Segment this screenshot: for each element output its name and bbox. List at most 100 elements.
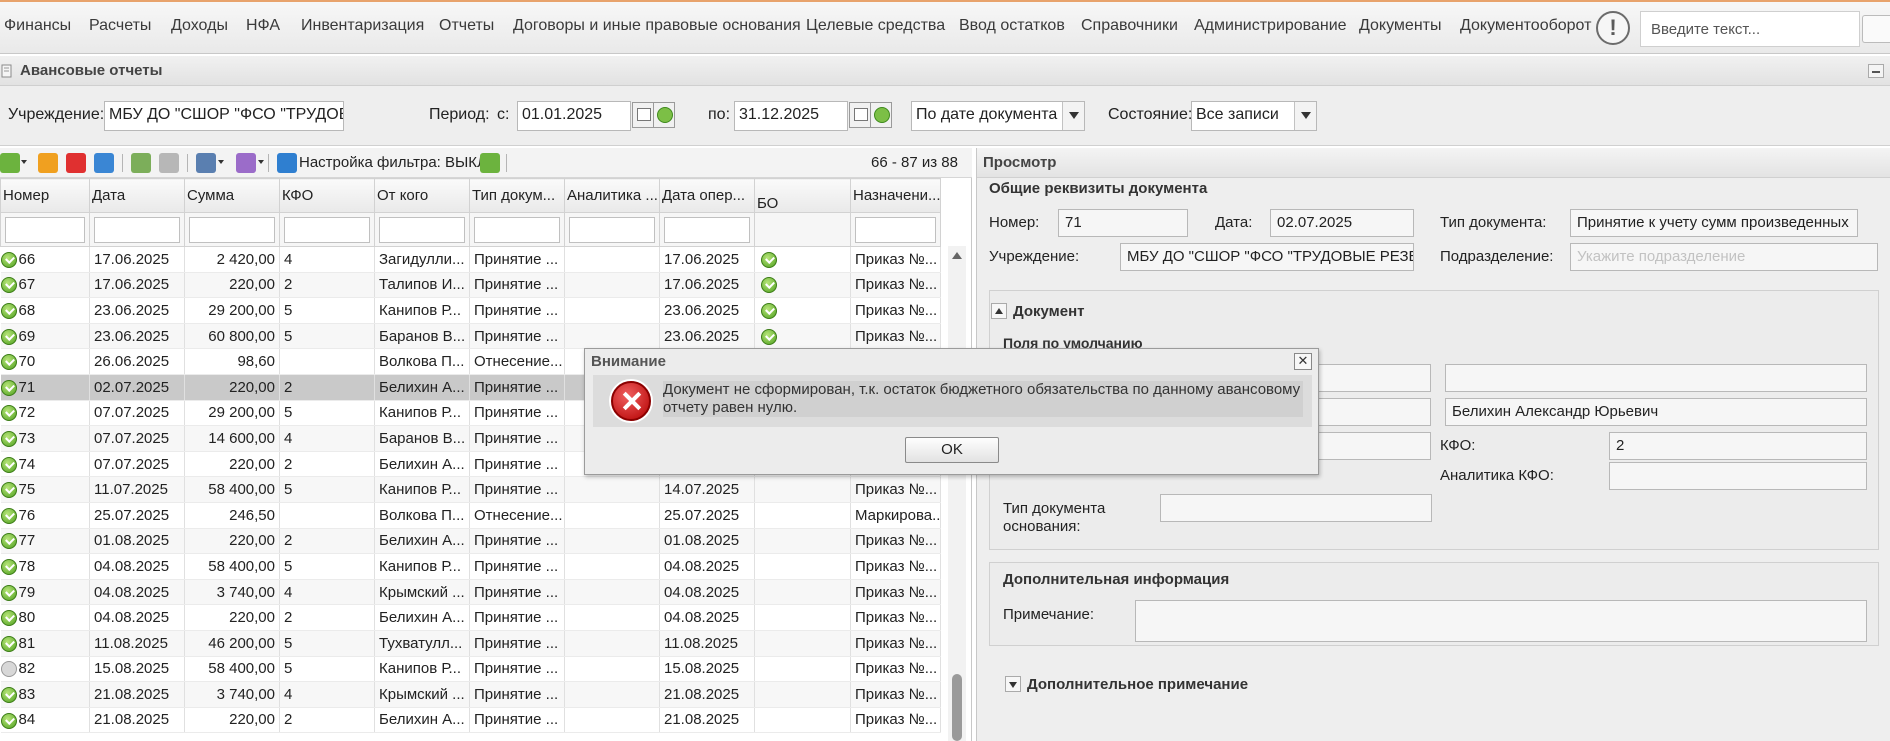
menu-item-target-funds[interactable]: Целевые средства [806, 17, 945, 35]
cell-sum: 220,00 [184, 451, 280, 478]
minimize-button[interactable] [1868, 64, 1884, 78]
column-filter-input[interactable] [664, 216, 750, 243]
print-icon[interactable] [196, 153, 216, 173]
table-row[interactable]: 66 17.06.2025 2 420,00 4 Загидулли... Приняти… [0, 246, 941, 273]
table-row[interactable]: 77 01.08.2025 220,00 2 Белихин А... Принятие … [0, 528, 941, 555]
copy-icon[interactable] [94, 153, 114, 173]
table-row[interactable]: 79 04.08.2025 3 740,00 4 Крымский ... Приняти… [0, 579, 941, 606]
post-icon[interactable] [131, 153, 151, 173]
table-row[interactable]: 68 23.06.2025 29 200,00 5 Канипов Р... Принят… [0, 297, 941, 324]
search-button[interactable] [1862, 15, 1890, 43]
cell-date: 11.08.2025 [89, 630, 185, 657]
search-input[interactable] [1640, 11, 1860, 47]
filter-setting-button[interactable]: Настройка фильтра: ВЫКЛ [299, 154, 487, 171]
column-filter-input[interactable] [379, 216, 465, 243]
refresh-date-icon[interactable] [870, 102, 892, 128]
table-row[interactable]: 78 04.08.2025 58 400,00 5 Канипов Р... Принят… [0, 553, 941, 580]
doctype-field[interactable]: Принятие к учету сумм произведенных [1570, 209, 1858, 237]
menu-item-balances[interactable]: Ввод остатков [959, 17, 1065, 35]
column-header[interactable]: Дата [89, 178, 185, 213]
table-row[interactable]: 76 25.07.2025 246,50 Волкова П... Отнесение.… [0, 502, 941, 529]
column-header[interactable]: Назначени... [850, 178, 941, 213]
notification-icon[interactable]: ! [1596, 11, 1630, 45]
menu-item-nfa[interactable]: НФА [246, 17, 280, 35]
column-header[interactable]: БО [754, 178, 851, 213]
table-row[interactable]: 80 04.08.2025 220,00 2 Белихин А... Принятие … [0, 604, 941, 631]
calendar-icon[interactable] [632, 102, 654, 128]
cell-from: Загидулли... [374, 246, 470, 273]
table-row[interactable]: 81 11.08.2025 46 200,00 5 Тухватулл... Принят… [0, 630, 941, 657]
menu-item-references[interactable]: Справочники [1081, 17, 1178, 35]
column-filter-input[interactable] [474, 216, 560, 243]
column-header[interactable]: КФО [279, 178, 375, 213]
menu-item-inventory[interactable]: Инвентаризация [301, 17, 424, 35]
unpost-icon[interactable] [159, 153, 179, 173]
add-icon[interactable] [0, 153, 20, 173]
menu-item-administration[interactable]: Администрирование [1194, 17, 1347, 35]
vertical-scrollbar[interactable] [948, 246, 966, 741]
menu-item-income[interactable]: Доходы [171, 17, 228, 35]
menu-item-contracts[interactable]: Договоры и иные правовые основания [513, 17, 801, 35]
period-from-field[interactable]: 01.01.2025 [517, 101, 631, 131]
column-header[interactable]: Дата опер... [659, 178, 755, 213]
column-header[interactable]: Аналитика ... [564, 178, 660, 213]
column-filter-input[interactable] [5, 216, 85, 243]
filter-icon[interactable] [277, 153, 297, 173]
date-mode-select[interactable]: По дате документа [911, 101, 1085, 131]
number-field[interactable]: 71 [1058, 209, 1188, 237]
refresh-icon[interactable] [480, 153, 500, 173]
menu-item-reports[interactable]: Отчеты [439, 17, 494, 35]
table-row[interactable]: 69 23.06.2025 60 800,00 5 Баранов В... Принят… [0, 323, 941, 350]
menu-item-settlements[interactable]: Расчеты [89, 17, 151, 35]
kfo-field[interactable]: 2 [1609, 432, 1867, 460]
actions-icon[interactable] [236, 153, 256, 173]
institution-field[interactable]: МБУ ДО "СШОР "ФСО "ТРУДОВЫЕ РЕЗЕРВ [1120, 243, 1414, 271]
kfo-analytics-field[interactable] [1609, 462, 1867, 490]
default-field-2[interactable] [1445, 364, 1867, 392]
column-header[interactable]: Тип докум... [469, 178, 565, 213]
institution-field[interactable]: МБУ ДО "СШОР "ФСО "ТРУДОВЫЕ [104, 101, 344, 131]
column-filter-input[interactable] [189, 216, 275, 243]
column-filter-input[interactable] [569, 216, 655, 243]
collapse-icon[interactable] [991, 303, 1007, 319]
table-row[interactable]: 82 15.08.2025 58 400,00 5 Канипов Р... Принят… [0, 656, 941, 683]
column-filter-input[interactable] [284, 216, 370, 243]
chevron-down-icon[interactable] [1294, 102, 1316, 130]
edit-icon[interactable] [38, 153, 58, 173]
chevron-down-icon[interactable] [1062, 102, 1084, 130]
cell-kfo: 2 [279, 707, 375, 734]
accountable-person-field[interactable]: Белихин Александр Юрьевич [1445, 398, 1867, 426]
chevron-down-icon[interactable] [21, 160, 27, 164]
chevron-down-icon[interactable] [258, 160, 264, 164]
base-doctype-field[interactable] [1160, 494, 1432, 522]
close-icon[interactable]: ✕ [1294, 353, 1312, 370]
column-filter-input[interactable] [94, 216, 180, 243]
table-row[interactable]: 83 21.08.2025 3 740,00 4 Крымский ... Приняти… [0, 681, 941, 708]
column-header[interactable]: Номер [0, 178, 90, 213]
menu-item-documents[interactable]: Документы [1359, 17, 1441, 35]
column-header[interactable]: Сумма [184, 178, 280, 213]
menu-item-docflow[interactable]: Документооборот [1460, 17, 1591, 35]
note-field[interactable] [1135, 600, 1867, 642]
cell-op-date: 25.07.2025 [659, 502, 755, 529]
ok-button[interactable]: OK [905, 437, 999, 463]
date-field[interactable]: 02.07.2025 [1270, 209, 1414, 237]
table-row[interactable]: 75 11.07.2025 58 400,00 5 Канипов Р... Принят… [0, 476, 941, 503]
chevron-down-icon[interactable] [218, 160, 224, 164]
calendar-icon[interactable] [849, 102, 871, 128]
expand-icon[interactable] [1005, 676, 1021, 692]
cell-number: 67 [0, 272, 90, 299]
menu-item-finance[interactable]: Финансы [4, 17, 71, 35]
delete-icon[interactable] [66, 153, 86, 173]
scrollbar-thumb[interactable] [952, 674, 962, 741]
cell-number: 81 [0, 630, 90, 657]
cell-op-date: 11.08.2025 [659, 630, 755, 657]
subdivision-field[interactable]: Укажите подразделение [1570, 243, 1878, 271]
table-row[interactable]: 84 21.08.2025 220,00 2 Белихин А... Принятие … [0, 707, 941, 734]
period-to-field[interactable]: 31.12.2025 [734, 101, 848, 131]
refresh-date-icon[interactable] [653, 102, 675, 128]
column-filter-input[interactable] [855, 216, 936, 243]
scroll-up-icon[interactable] [952, 252, 962, 259]
column-header[interactable]: От кого [374, 178, 470, 213]
table-row[interactable]: 67 17.06.2025 220,00 2 Талипов И... Принятие … [0, 272, 941, 299]
